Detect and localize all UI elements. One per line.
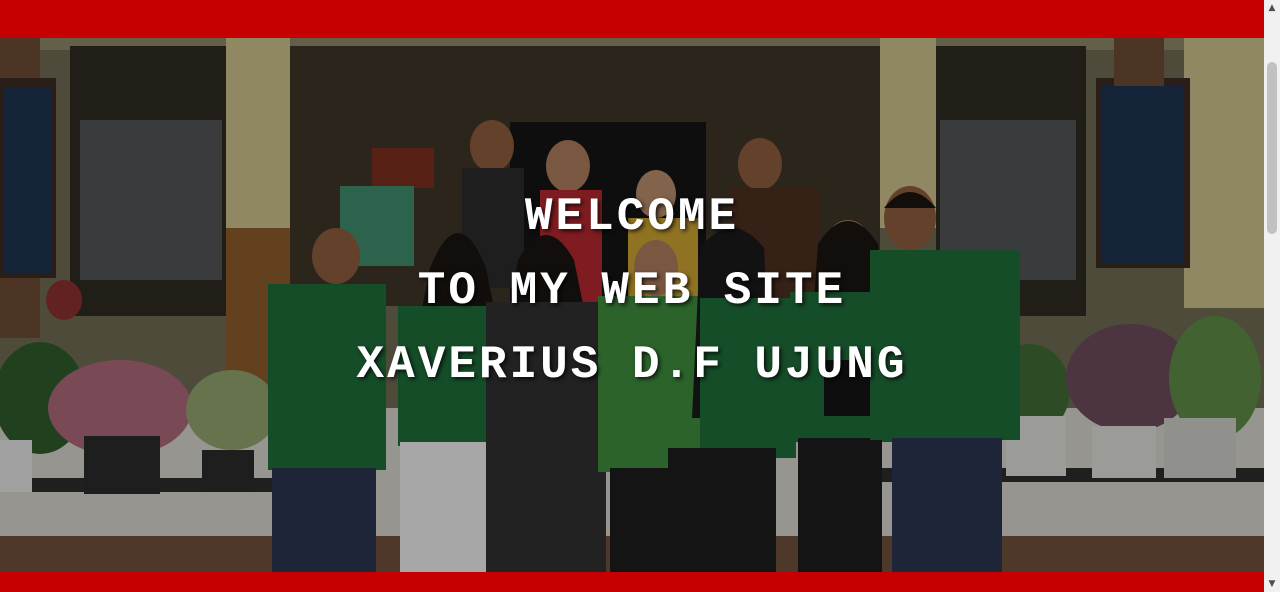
hero-heading-line-3: XAVERIUS D.F UJUNG [356,339,908,391]
scrollbar-thumb[interactable] [1267,62,1277,234]
hero-heading-line-2: TO MY WEB SITE [417,265,847,317]
vertical-scrollbar[interactable]: ▲ ▼ [1264,0,1280,592]
chevron-down-icon[interactable]: ▼ [1264,576,1280,592]
top-bar [0,0,1264,38]
hero-heading: WELCOME TO MY WEB SITE XAVERIUS D.F UJUN… [0,180,1264,402]
bottom-bar [0,572,1264,592]
page: WELCOME TO MY WEB SITE XAVERIUS D.F UJUN… [0,0,1264,592]
hero-heading-line-1: WELCOME [524,191,740,243]
chevron-up-icon[interactable]: ▲ [1264,0,1280,16]
hero-banner: WELCOME TO MY WEB SITE XAVERIUS D.F UJUN… [0,38,1264,572]
